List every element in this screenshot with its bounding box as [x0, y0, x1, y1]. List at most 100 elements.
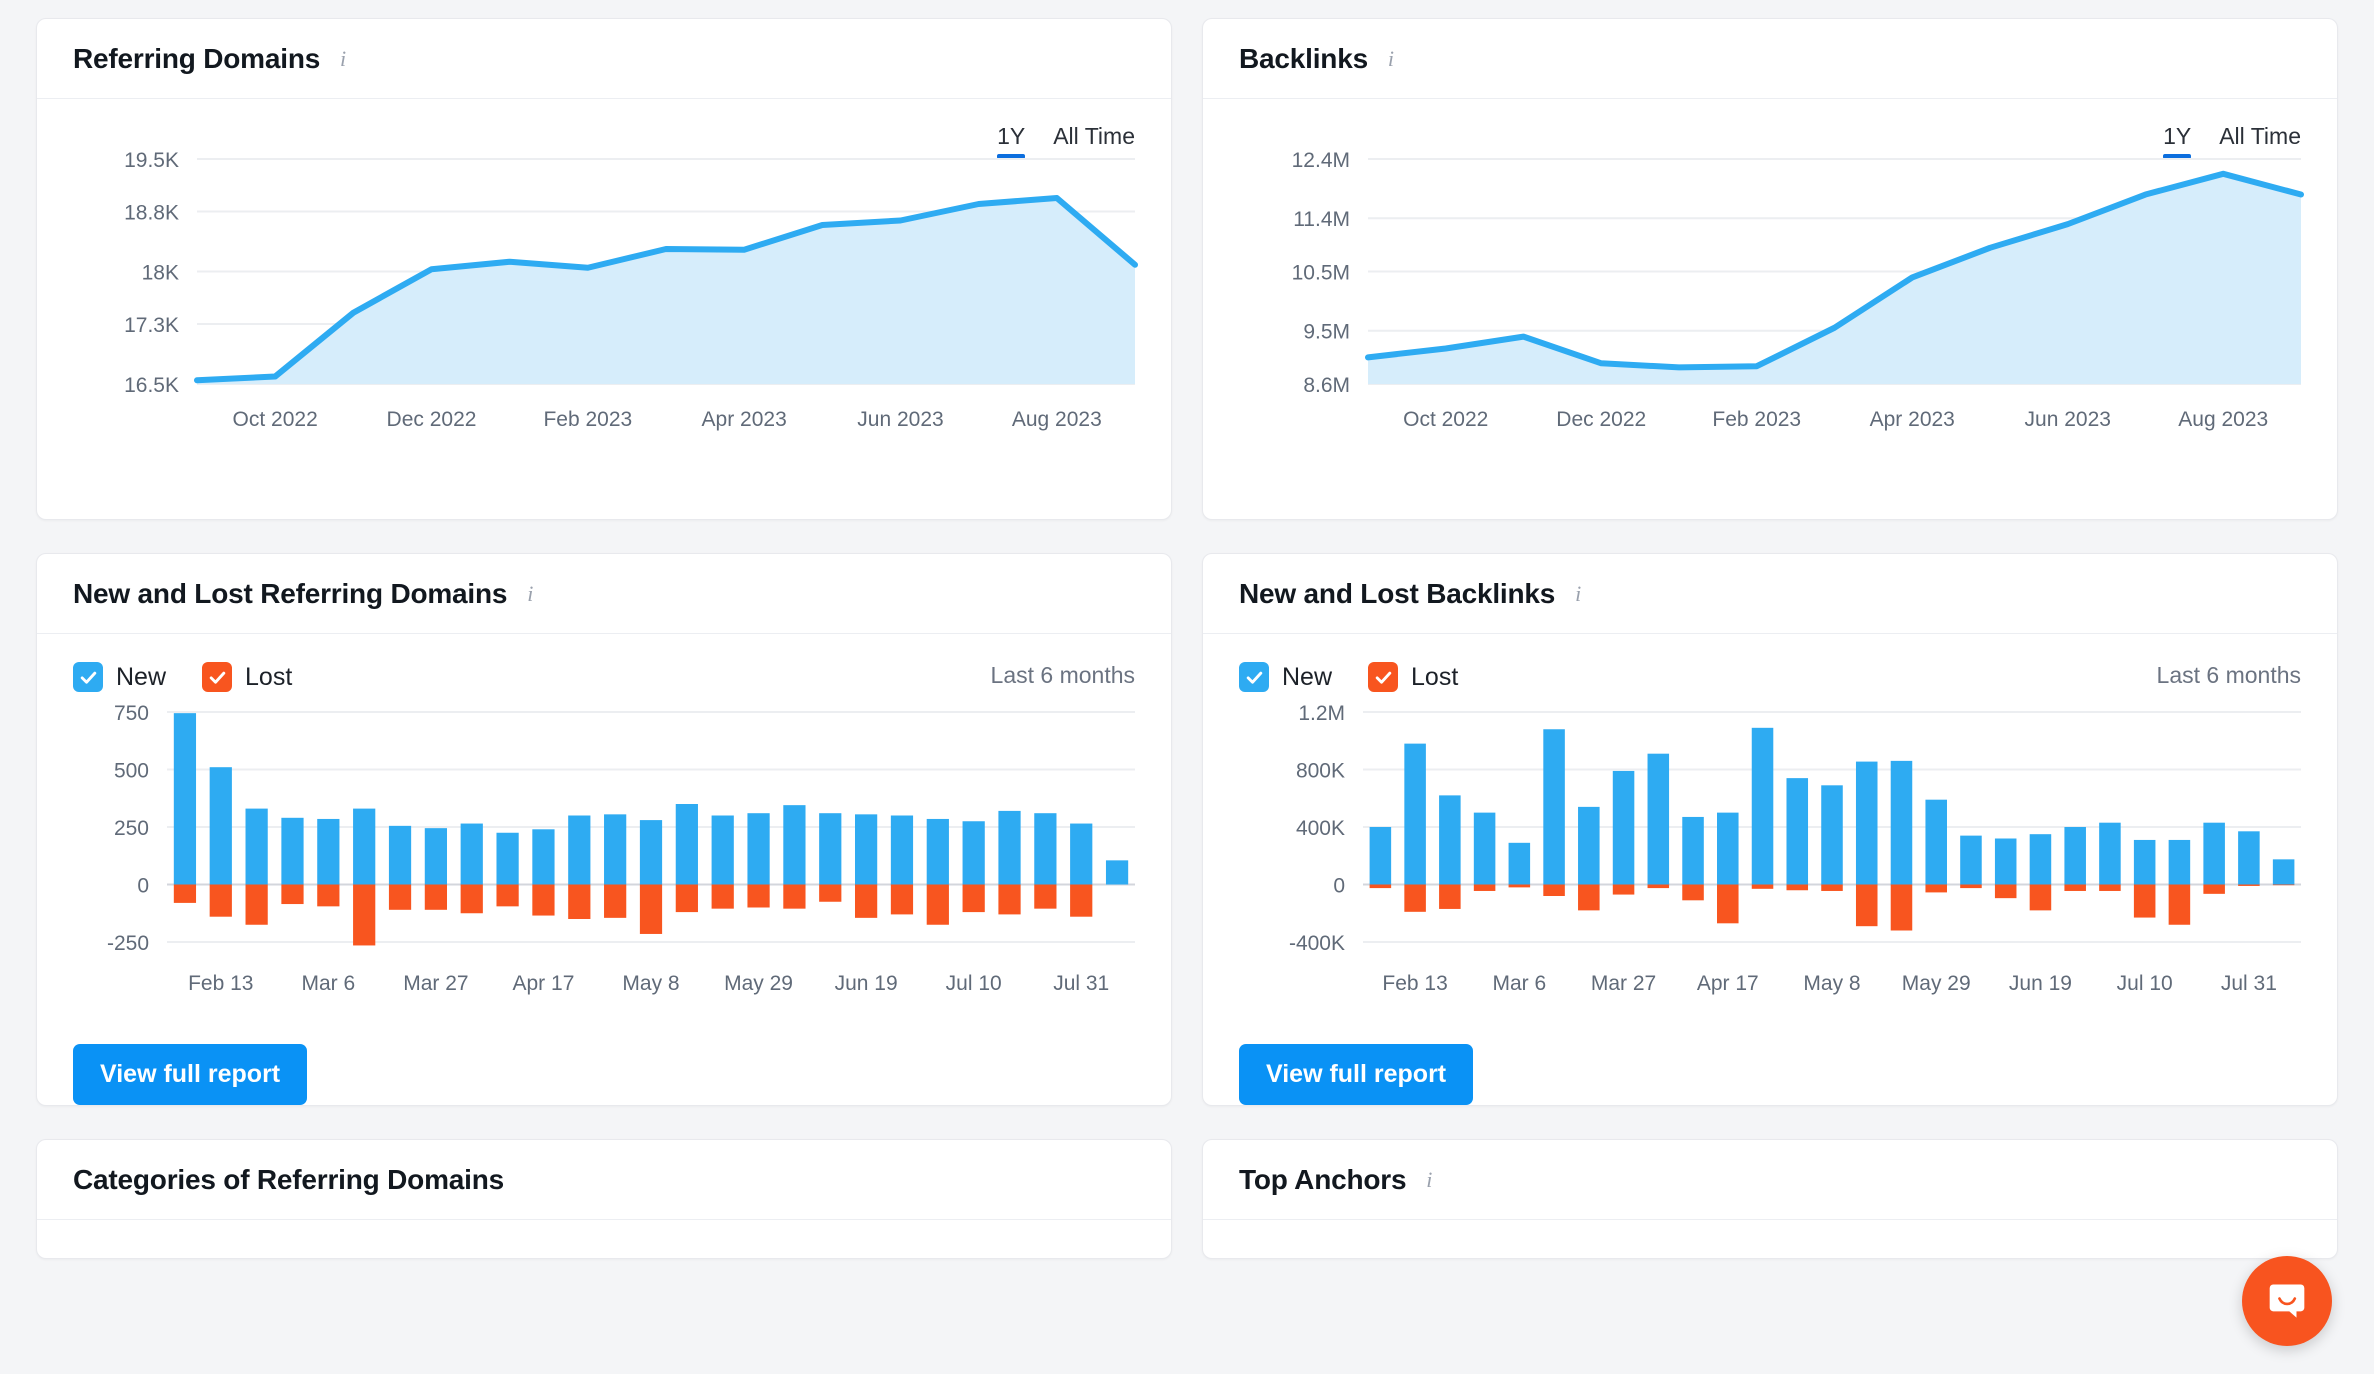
info-icon[interactable]: i [1382, 47, 1400, 69]
bar-new[interactable] [819, 813, 842, 885]
bar-new[interactable] [1439, 795, 1461, 885]
bar-new[interactable] [245, 808, 268, 885]
bar-new[interactable] [1751, 727, 1774, 885]
bar-new[interactable] [2272, 859, 2295, 885]
chart-new-lost-referring-domains[interactable]: 750 500 250 0 -250 Feb 13 Mar 6 Mar 27 Apr 17 May… [37, 692, 1171, 1022]
bar-new[interactable] [1508, 842, 1531, 885]
bar-new[interactable] [1925, 799, 1947, 885]
checkbox-lost[interactable] [1368, 662, 1399, 692]
bar-new[interactable] [2133, 839, 2156, 885]
legend-item-lost[interactable]: Lost [202, 662, 292, 692]
new-lost-backlinks-bar-chart[interactable]: 1.2M 800K 400K 0 -400K Feb 13 Mar 6 Mar 27 Apr 1… [1203, 692, 2338, 1022]
bar-lost[interactable] [1717, 884, 1739, 924]
bar-lost[interactable] [639, 884, 663, 934]
bar-new[interactable] [675, 804, 698, 885]
bar-lost[interactable] [2203, 884, 2225, 894]
bar-lost[interactable] [1612, 884, 1635, 895]
bar-lost[interactable] [1821, 884, 1843, 891]
bar-lost[interactable] [1369, 884, 1392, 889]
new-lost-referring-domains-bar-chart[interactable]: 750 500 250 0 -250 Feb 13 Mar 6 Mar 27 Apr 17 May… [37, 692, 1172, 1022]
bar-new[interactable] [639, 820, 663, 885]
bar-new[interactable] [460, 823, 483, 885]
bar-lost[interactable] [173, 884, 197, 903]
legend-item-lost[interactable]: Lost [1368, 662, 1458, 692]
info-icon[interactable]: i [1420, 1168, 1438, 1190]
bar-lost[interactable] [1855, 884, 1878, 927]
bar-lost[interactable] [1647, 884, 1670, 889]
checkbox-lost[interactable] [202, 662, 233, 692]
bar-lost[interactable] [1994, 884, 2017, 899]
bar-lost[interactable] [1960, 884, 1982, 889]
bar-new[interactable] [2064, 827, 2086, 885]
bar-new[interactable] [1821, 785, 1843, 885]
bar-lost[interactable] [2168, 884, 2191, 925]
legend-item-new[interactable]: New [73, 662, 166, 692]
chart-new-lost-backlinks[interactable]: 1.2M 800K 400K 0 -400K Feb 13 Mar 6 Mar 27 Apr 1… [1203, 692, 2337, 1022]
bar-lost[interactable] [2133, 884, 2156, 918]
bar-lost[interactable] [1751, 884, 1774, 889]
bar-lost[interactable] [2272, 884, 2295, 886]
bar-new[interactable] [2168, 839, 2191, 885]
chart-referring-domains[interactable]: 19.5K 18.8K 18K 17.3K 16.5K Oct 2022 Dec 2022 F… [37, 99, 1171, 519]
bar-new[interactable] [1404, 743, 1426, 885]
bar-lost[interactable] [1786, 884, 1809, 891]
bar-lost[interactable] [1543, 884, 1565, 897]
bar-lost[interactable] [568, 884, 591, 920]
bar-new[interactable] [353, 808, 376, 885]
bar-lost[interactable] [962, 884, 985, 913]
view-full-report-button[interactable]: View full report [1239, 1044, 1474, 1105]
bar-new[interactable] [568, 815, 591, 885]
bar-lost[interactable] [854, 884, 878, 918]
bar-new[interactable] [1070, 823, 1093, 885]
bar-lost[interactable] [2029, 884, 2052, 911]
bar-new[interactable] [2099, 822, 2121, 885]
bar-lost[interactable] [1404, 884, 1426, 912]
info-icon[interactable]: i [521, 582, 539, 604]
bar-new[interactable] [747, 813, 770, 885]
bar-new[interactable] [1578, 806, 1600, 885]
bar-new[interactable] [926, 818, 949, 885]
bar-new[interactable] [1682, 816, 1704, 885]
bar-lost[interactable] [819, 884, 842, 902]
bar-lost[interactable] [388, 884, 412, 910]
bar-new[interactable] [890, 815, 914, 885]
bar-new[interactable] [2238, 831, 2260, 885]
bar-new[interactable] [1034, 813, 1057, 885]
chat-widget-button[interactable] [2242, 1256, 2332, 1346]
bar-lost[interactable] [1682, 884, 1704, 901]
bar-lost[interactable] [317, 884, 340, 907]
bar-new[interactable] [1647, 753, 1670, 885]
bar-new[interactable] [281, 817, 304, 885]
bar-lost[interactable] [209, 884, 232, 917]
bar-lost[interactable] [890, 884, 914, 915]
bar-lost[interactable] [604, 884, 627, 918]
bar-new[interactable] [711, 815, 734, 885]
bar-new[interactable] [1786, 778, 1809, 885]
bar-lost[interactable] [2099, 884, 2121, 891]
bar-new[interactable] [424, 828, 448, 885]
bar-lost[interactable] [1925, 884, 1947, 893]
bar-new[interactable] [854, 814, 878, 885]
referring-domains-area-chart[interactable]: 19.5K 18.8K 18K 17.3K 16.5K Oct 2022 Dec 2022 F… [37, 99, 1172, 519]
bar-lost[interactable] [1070, 884, 1093, 917]
bar-new[interactable] [1369, 827, 1392, 885]
bar-lost[interactable] [424, 884, 448, 910]
bar-new[interactable] [1543, 729, 1565, 885]
bar-new[interactable] [1717, 812, 1739, 885]
bar-lost[interactable] [1508, 884, 1531, 888]
bar-new[interactable] [998, 810, 1021, 885]
info-icon[interactable]: i [1569, 582, 1587, 604]
bar-lost[interactable] [245, 884, 268, 925]
bar-new[interactable] [1473, 812, 1496, 885]
bar-lost[interactable] [2064, 884, 2086, 891]
bar-new[interactable] [783, 805, 806, 885]
bar-lost[interactable] [747, 884, 770, 908]
chart-backlinks[interactable]: 12.4M 11.4M 10.5M 9.5M 8.6M Oct 2022 Dec 2022 F… [1203, 99, 2337, 519]
bar-lost[interactable] [1473, 884, 1496, 891]
bar-lost[interactable] [496, 884, 519, 907]
view-full-report-button[interactable]: View full report [73, 1044, 308, 1105]
bar-new[interactable] [1855, 761, 1878, 885]
bar-new[interactable] [1994, 838, 2017, 885]
bar-new[interactable] [1105, 860, 1129, 885]
bar-new[interactable] [209, 767, 232, 885]
